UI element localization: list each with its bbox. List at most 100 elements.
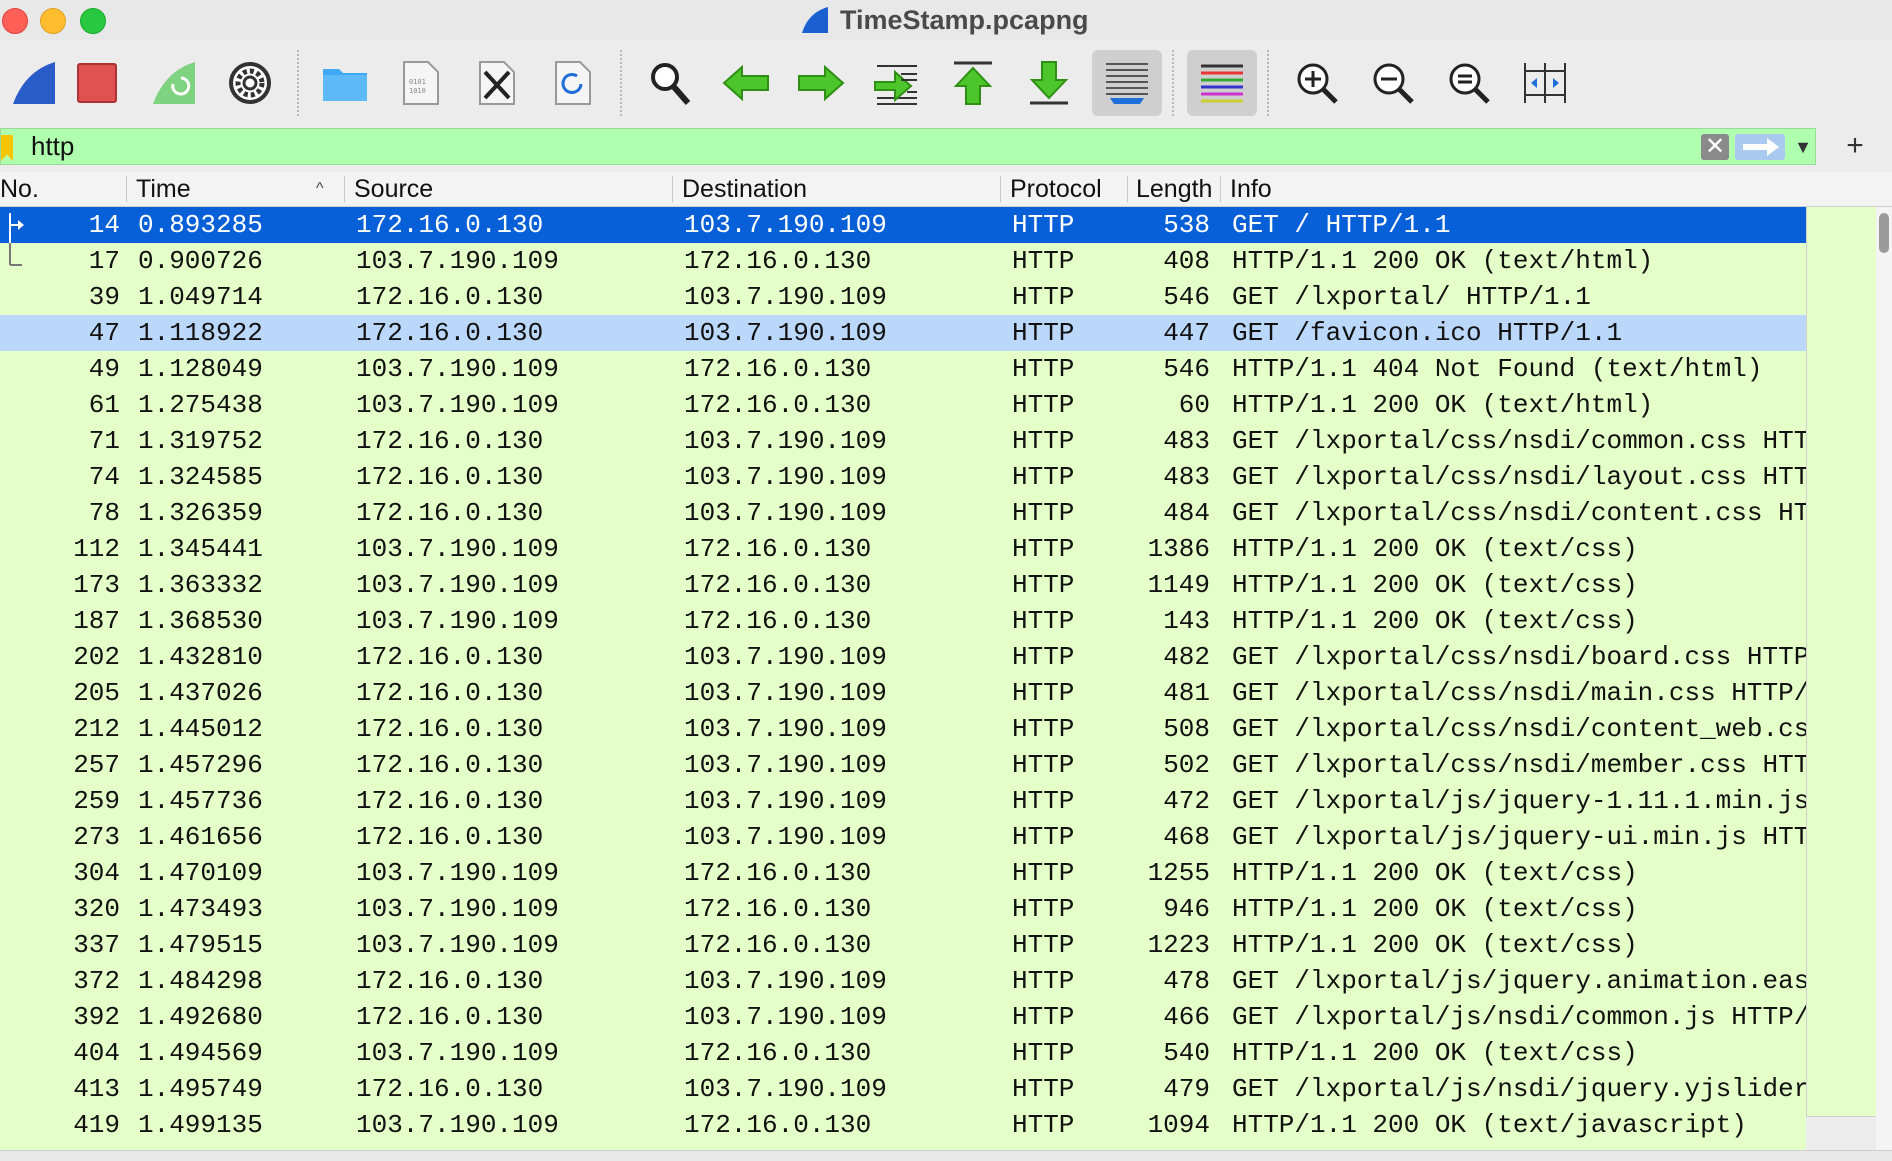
window-zoom-button[interactable] bbox=[80, 8, 106, 34]
open-file-button[interactable] bbox=[310, 50, 380, 116]
column-divider[interactable] bbox=[1127, 176, 1128, 202]
table-row[interactable]: 320 1.473493 103.7.190.109 172.16.0.130 HTTP… bbox=[0, 891, 1806, 927]
table-row[interactable]: 205 1.437026 172.16.0.130 103.7.190.109 HTTP… bbox=[0, 675, 1806, 711]
shark-fin-icon bbox=[13, 62, 55, 104]
go-back-button[interactable] bbox=[711, 50, 781, 116]
table-row[interactable]: 202 1.432810 172.16.0.130 103.7.190.109 HTTP… bbox=[0, 639, 1806, 675]
column-divider[interactable] bbox=[672, 176, 673, 202]
packet-length: 472 bbox=[1163, 786, 1210, 816]
table-row[interactable]: 173 1.363332 103.7.190.109 172.16.0.130 HTTP… bbox=[0, 567, 1806, 603]
packet-source: 103.7.190.109 bbox=[356, 894, 559, 924]
filter-bookmark-icon[interactable] bbox=[1, 135, 13, 161]
go-first-packet-button[interactable] bbox=[938, 50, 1008, 116]
column-header-no[interactable]: No. bbox=[0, 172, 125, 206]
table-row[interactable]: 47 1.118922 172.16.0.130 103.7.190.109 HTTP 4… bbox=[0, 315, 1806, 351]
table-row[interactable]: 74 1.324585 172.16.0.130 103.7.190.109 HTTP 4… bbox=[0, 459, 1806, 495]
chevron-down-icon[interactable]: ▼ bbox=[1791, 134, 1815, 160]
normal-size-button[interactable] bbox=[1434, 50, 1504, 116]
packet-time: 1.484298 bbox=[138, 966, 263, 996]
packet-length: 1223 bbox=[1147, 930, 1210, 960]
table-row[interactable]: 337 1.479515 103.7.190.109 172.16.0.130 HTTP… bbox=[0, 927, 1806, 963]
reload-file-button[interactable] bbox=[538, 50, 608, 116]
window-minimize-button[interactable] bbox=[40, 8, 66, 34]
auto-scroll-icon bbox=[1106, 63, 1148, 104]
packet-no: 202 bbox=[73, 642, 120, 672]
go-last-packet-button[interactable] bbox=[1014, 50, 1084, 116]
table-row[interactable]: 61 1.275438 103.7.190.109 172.16.0.130 HTTP 6… bbox=[0, 387, 1806, 423]
table-row[interactable]: 273 1.461656 172.16.0.130 103.7.190.109 HTTP… bbox=[0, 819, 1806, 855]
packet-source: 103.7.190.109 bbox=[356, 858, 559, 888]
close-file-button[interactable] bbox=[462, 50, 532, 116]
column-divider[interactable] bbox=[1000, 176, 1001, 202]
packet-no: 273 bbox=[73, 822, 120, 852]
packet-info: GET /lxportal/css/nsdi/main.css HTTP/ bbox=[1232, 678, 1806, 708]
go-forward-button[interactable] bbox=[786, 50, 856, 116]
table-row[interactable]: 187 1.368530 103.7.190.109 172.16.0.130 HTTP… bbox=[0, 603, 1806, 639]
table-row[interactable]: 257 1.457296 172.16.0.130 103.7.190.109 HTTP… bbox=[0, 747, 1806, 783]
zoom-in-button[interactable] bbox=[1282, 50, 1352, 116]
table-row[interactable]: 392 1.492680 172.16.0.130 103.7.190.109 HTTP… bbox=[0, 999, 1806, 1035]
table-row[interactable]: 404 1.494569 103.7.190.109 172.16.0.130 HTTP… bbox=[0, 1035, 1806, 1071]
save-file-button[interactable]: 0101 1010 bbox=[386, 50, 456, 116]
packet-info: HTTP/1.1 200 OK (text/css) bbox=[1232, 606, 1638, 636]
packet-time: 0.893285 bbox=[138, 210, 263, 240]
packet-destination: 103.7.190.109 bbox=[684, 642, 887, 672]
table-row[interactable]: 14 0.893285 172.16.0.130 103.7.190.109 HTTP 5… bbox=[0, 207, 1806, 243]
column-header-destination[interactable]: Destination bbox=[682, 172, 992, 206]
packet-source: 103.7.190.109 bbox=[356, 246, 559, 276]
packet-source: 172.16.0.130 bbox=[356, 462, 544, 492]
table-row[interactable]: 49 1.128049 103.7.190.109 172.16.0.130 HTTP 5… bbox=[0, 351, 1806, 387]
packet-list-scrollbar[interactable] bbox=[1876, 207, 1892, 1153]
resize-columns-button[interactable] bbox=[1510, 50, 1580, 116]
colorize-button[interactable] bbox=[1187, 50, 1257, 116]
table-row[interactable]: 17 0.900726 103.7.190.109 172.16.0.130 HTTP 4… bbox=[0, 243, 1806, 279]
column-divider[interactable] bbox=[344, 176, 345, 202]
toolbar-separator bbox=[620, 50, 622, 116]
table-row[interactable]: 71 1.319752 172.16.0.130 103.7.190.109 HTTP 4… bbox=[0, 423, 1806, 459]
table-row[interactable]: 212 1.445012 172.16.0.130 103.7.190.109 HTTP… bbox=[0, 711, 1806, 747]
plus-icon[interactable]: + bbox=[1840, 129, 1870, 163]
packet-time: 0.900726 bbox=[138, 246, 263, 276]
table-row[interactable]: 372 1.484298 172.16.0.130 103.7.190.109 HTTP… bbox=[0, 963, 1806, 999]
display-filter-field[interactable]: http ✕ ▼ bbox=[0, 128, 1816, 165]
scrollbar-thumb[interactable] bbox=[1879, 213, 1889, 253]
zoom-out-button[interactable] bbox=[1358, 50, 1428, 116]
go-to-packet-button[interactable] bbox=[862, 50, 932, 116]
packet-source: 172.16.0.130 bbox=[356, 678, 544, 708]
stop-capture-button[interactable] bbox=[62, 50, 132, 116]
table-row[interactable]: 112 1.345441 103.7.190.109 172.16.0.130 HTTP… bbox=[0, 531, 1806, 567]
table-row[interactable]: 39 1.049714 172.16.0.130 103.7.190.109 HTTP 5… bbox=[0, 279, 1806, 315]
column-header-protocol[interactable]: Protocol bbox=[1010, 172, 1125, 206]
table-row[interactable]: 259 1.457736 172.16.0.130 103.7.190.109 HTTP… bbox=[0, 783, 1806, 819]
table-row[interactable]: 413 1.495749 172.16.0.130 103.7.190.109 HTTP… bbox=[0, 1071, 1806, 1107]
restart-capture-button[interactable] bbox=[140, 50, 210, 116]
clear-x-icon[interactable]: ✕ bbox=[1701, 134, 1729, 160]
capture-options-button[interactable] bbox=[215, 50, 285, 116]
packet-time: 1.461656 bbox=[138, 822, 263, 852]
display-filter-input[interactable]: http bbox=[31, 129, 74, 164]
column-divider[interactable] bbox=[126, 176, 127, 202]
column-header-source[interactable]: Source bbox=[354, 172, 664, 206]
table-row[interactable]: 78 1.326359 172.16.0.130 103.7.190.109 HTTP 4… bbox=[0, 495, 1806, 531]
packet-protocol: HTTP bbox=[1012, 822, 1075, 852]
restart-fin-icon bbox=[153, 62, 195, 104]
table-row[interactable]: 304 1.470109 103.7.190.109 172.16.0.130 HTTP… bbox=[0, 855, 1806, 891]
find-packet-button[interactable] bbox=[635, 50, 705, 116]
column-header-info[interactable]: Info bbox=[1230, 172, 1530, 206]
packet-protocol: HTTP bbox=[1012, 246, 1075, 276]
table-row[interactable]: 419 1.499135 103.7.190.109 172.16.0.130 HTTP… bbox=[0, 1107, 1806, 1143]
packet-protocol: HTTP bbox=[1012, 1002, 1075, 1032]
packet-length: 546 bbox=[1163, 354, 1210, 384]
start-capture-button[interactable] bbox=[0, 50, 70, 116]
pane-splitter[interactable] bbox=[0, 1150, 1892, 1161]
auto-scroll-button[interactable] bbox=[1092, 50, 1162, 116]
packet-length: 466 bbox=[1163, 1002, 1210, 1032]
packet-source: 172.16.0.130 bbox=[356, 714, 544, 744]
window-close-button[interactable] bbox=[2, 8, 28, 34]
column-divider[interactable] bbox=[1220, 176, 1221, 202]
packet-list[interactable]: 14 0.893285 172.16.0.130 103.7.190.109 HTTP 5… bbox=[0, 207, 1806, 1153]
packet-destination: 103.7.190.109 bbox=[684, 426, 887, 456]
column-header-length[interactable]: Length bbox=[1136, 172, 1220, 206]
column-header-time[interactable]: Time bbox=[136, 172, 336, 206]
apply-arrow-icon[interactable] bbox=[1735, 134, 1785, 160]
